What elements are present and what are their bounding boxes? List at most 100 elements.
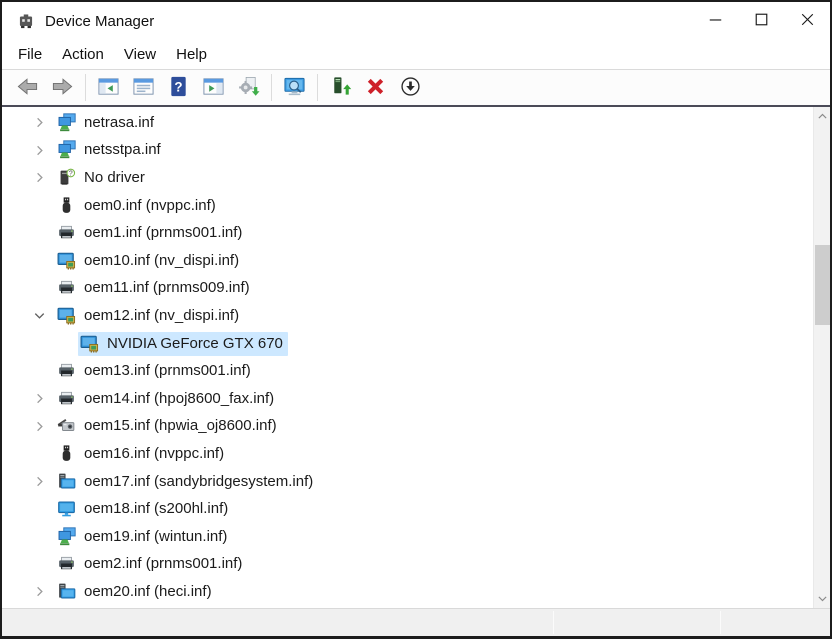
tree-item[interactable]: oem12.inf (nv_dispi.inf) (2, 302, 813, 330)
window-controls (692, 2, 830, 40)
scrollbar-thumb[interactable] (815, 245, 830, 325)
remote-monitor-icon (283, 75, 306, 101)
tree-item[interactable]: oem10.inf (nv_dispi.inf) (2, 247, 813, 275)
device-manager-window: Device Manager File Action View Help ? netr… (0, 0, 832, 639)
forward-button[interactable] (48, 73, 77, 103)
tree-item[interactable]: oem19.inf (wintun.inf) (2, 523, 813, 551)
scrollbar-down-icon[interactable] (814, 590, 830, 607)
tree-item-content[interactable]: netsstpa.inf (55, 138, 166, 162)
system-device-icon (57, 472, 76, 491)
toolbar-separator (317, 74, 318, 101)
chevron-right-icon[interactable] (31, 142, 47, 158)
update-driver-button[interactable] (326, 73, 355, 103)
tree-item-content[interactable]: oem16.inf (nvppc.inf) (55, 442, 229, 466)
back-button[interactable] (13, 73, 42, 103)
back-arrow-icon (16, 75, 39, 101)
disable-device-icon (399, 75, 422, 101)
remote-computer-button[interactable] (280, 73, 309, 103)
tree-item-content[interactable]: oem20.inf (heci.inf) (55, 580, 217, 604)
tree-item-label: oem12.inf (nv_dispi.inf) (84, 307, 239, 324)
maximize-icon (750, 8, 773, 34)
scan-hardware-changes-button[interactable] (234, 73, 263, 103)
tree-item-label: oem20.inf (heci.inf) (84, 583, 212, 600)
tree-item-label: oem18.inf (s200hl.inf) (84, 500, 228, 517)
tree-item[interactable]: oem11.inf (prnms009.inf) (2, 275, 813, 303)
vertical-scrollbar[interactable] (813, 107, 830, 608)
scan-hardware-icon (237, 75, 260, 101)
driver-tree: netrasa.inf netsstpa.inf ?No driver oem0.in… (2, 109, 813, 606)
uninstall-device-button[interactable] (361, 73, 390, 103)
chevron-right-icon[interactable] (31, 391, 47, 407)
tree-item[interactable]: ?No driver (2, 164, 813, 192)
chevron-spacer (31, 225, 47, 241)
tree-item[interactable]: oem14.inf (hpoj8600_fax.inf) (2, 385, 813, 413)
tree-item-content[interactable]: netrasa.inf (55, 111, 159, 135)
toolbar-separator (271, 74, 272, 101)
status-bar-divider (720, 611, 721, 634)
minimize-button[interactable] (692, 2, 738, 40)
close-icon (796, 8, 819, 34)
tree-item-content[interactable]: ?No driver (55, 166, 150, 190)
menu-action[interactable]: Action (62, 46, 104, 63)
tree-item[interactable]: oem17.inf (sandybridgesystem.inf) (2, 468, 813, 496)
tree-item[interactable]: oem13.inf (prnms001.inf) (2, 357, 813, 385)
tree-item[interactable]: oem18.inf (s200hl.inf) (2, 495, 813, 523)
chevron-right-icon[interactable] (31, 474, 47, 490)
tree-item-content[interactable]: oem2.inf (prnms001.inf) (55, 552, 247, 576)
tree-item[interactable]: oem20.inf (heci.inf) (2, 578, 813, 606)
tree-item[interactable]: oem0.inf (nvppc.inf) (2, 192, 813, 220)
tree-item[interactable]: NVIDIA GeForce GTX 670 (2, 330, 813, 358)
tree-item-content[interactable]: oem0.inf (nvppc.inf) (55, 194, 221, 218)
window-title: Device Manager (45, 13, 154, 30)
tree-item[interactable]: oem2.inf (prnms001.inf) (2, 551, 813, 579)
disable-device-button[interactable] (396, 73, 425, 103)
action-pane-button[interactable] (199, 73, 228, 103)
maximize-button[interactable] (738, 2, 784, 40)
chevron-right-icon[interactable] (31, 584, 47, 600)
tree-item-label: oem1.inf (prnms001.inf) (84, 224, 242, 241)
tree-item-label: netsstpa.inf (84, 141, 161, 158)
tree-item-content[interactable]: oem13.inf (prnms001.inf) (55, 359, 256, 383)
menu-file[interactable]: File (18, 46, 42, 63)
tree-item-content[interactable]: oem10.inf (nv_dispi.inf) (55, 249, 244, 273)
properties-button[interactable] (129, 73, 158, 103)
close-button[interactable] (784, 2, 830, 40)
tree-item-label: oem15.inf (hpwia_oj8600.inf) (84, 417, 277, 434)
imaging-device-icon (57, 416, 76, 435)
show-console-tree-button[interactable] (94, 73, 123, 103)
svg-text:?: ? (69, 170, 73, 177)
chevron-spacer (31, 253, 47, 269)
unknown-device-icon: ? (57, 168, 76, 187)
menu-help[interactable]: Help (176, 46, 207, 63)
tree-item-label: oem11.inf (prnms009.inf) (84, 279, 250, 296)
menu-view[interactable]: View (124, 46, 156, 63)
tree-item[interactable]: oem16.inf (nvppc.inf) (2, 440, 813, 468)
chevron-spacer (31, 446, 47, 462)
tree-item-content[interactable]: oem11.inf (prnms009.inf) (55, 276, 255, 300)
tree-item-content[interactable]: oem12.inf (nv_dispi.inf) (55, 304, 244, 328)
system-device-icon (57, 582, 76, 601)
tree-item-content[interactable]: oem19.inf (wintun.inf) (55, 525, 232, 549)
network-adapter-icon (57, 527, 76, 546)
tree-item-content[interactable]: NVIDIA GeForce GTX 670 (78, 332, 288, 356)
chevron-right-icon[interactable] (31, 170, 47, 186)
chevron-right-icon[interactable] (31, 418, 47, 434)
tree-item-content[interactable]: oem14.inf (hpoj8600_fax.inf) (55, 387, 279, 411)
chevron-down-icon[interactable] (31, 308, 47, 324)
tree-item-content[interactable]: oem18.inf (s200hl.inf) (55, 497, 233, 521)
tree-item[interactable]: oem15.inf (hpwia_oj8600.inf) (2, 413, 813, 441)
printer-icon (57, 554, 76, 573)
help-button[interactable]: ? (164, 73, 193, 103)
tree-item-content[interactable]: oem15.inf (hpwia_oj8600.inf) (55, 414, 282, 438)
svg-text:?: ? (174, 79, 182, 94)
tree-item[interactable]: oem1.inf (prnms001.inf) (2, 219, 813, 247)
printer-icon (57, 223, 76, 242)
tree-item[interactable]: netsstpa.inf (2, 137, 813, 165)
chevron-right-icon[interactable] (31, 115, 47, 131)
tree-item-content[interactable]: oem17.inf (sandybridgesystem.inf) (55, 470, 318, 494)
tree-item[interactable]: netrasa.inf (2, 109, 813, 137)
tree-item-label: oem2.inf (prnms001.inf) (84, 555, 242, 572)
tree-item-label: oem13.inf (prnms001.inf) (84, 362, 251, 379)
scrollbar-up-icon[interactable] (814, 108, 830, 125)
tree-item-content[interactable]: oem1.inf (prnms001.inf) (55, 221, 247, 245)
